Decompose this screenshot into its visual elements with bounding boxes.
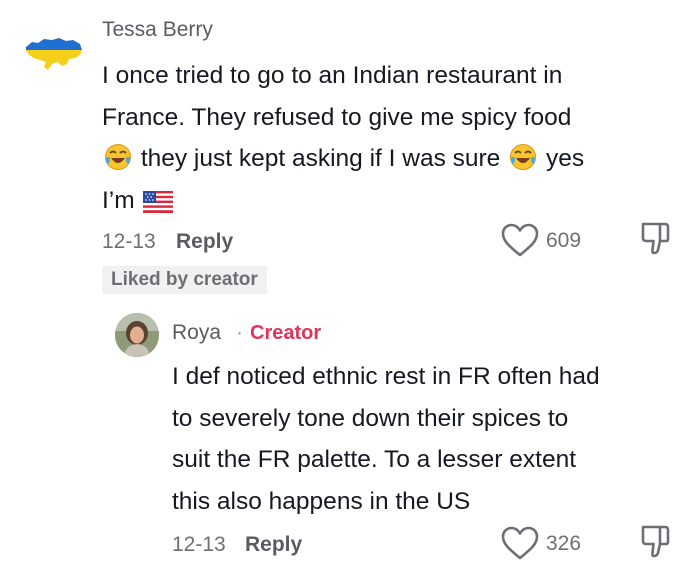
comment-date: 12-13 xyxy=(102,230,156,253)
comment-text-segment: they just kept asking if I was sure xyxy=(140,145,501,172)
heart-icon[interactable] xyxy=(500,525,540,561)
comment-text-segment: yes xyxy=(545,145,585,172)
avatar[interactable] xyxy=(22,18,86,82)
reply-date: 12-13 xyxy=(172,533,226,556)
comment-text-line: they just kept asking if I was sure yes xyxy=(102,138,677,180)
creator-avatar-photo-icon xyxy=(115,313,159,357)
us-flag-icon xyxy=(143,190,174,213)
comment-text-line: I’m xyxy=(102,180,677,222)
reply-username[interactable]: Roya xyxy=(172,321,221,345)
reply-button[interactable]: Reply xyxy=(245,533,302,557)
like-count: 326 xyxy=(546,532,582,555)
comment-username[interactable]: Tessa Berry xyxy=(102,18,213,42)
dislike-icon[interactable] xyxy=(638,523,672,559)
like-count: 609 xyxy=(546,229,582,252)
reply-button[interactable]: Reply xyxy=(176,230,233,254)
reply-text-line: I def noticed ethnic rest in FR often ha… xyxy=(172,363,600,390)
reply-text: I def noticed ethnic rest in FR often ha… xyxy=(172,356,672,522)
face-with-tears-of-joy-icon xyxy=(510,144,537,170)
creator-tag: Creator xyxy=(250,322,322,344)
comment-text: I once tried to go to an Indian restaura… xyxy=(102,55,677,221)
liked-by-creator-badge: Liked by creator xyxy=(102,266,267,294)
ukraine-map-flag-icon xyxy=(26,38,82,70)
avatar[interactable] xyxy=(115,313,159,357)
reply-text-line: this also happens in the US xyxy=(172,487,471,515)
dislike-icon[interactable] xyxy=(638,220,672,256)
comment-text-line: I once tried to go to an Indian restaura… xyxy=(102,62,563,89)
reply-text-line: to severely tone down their spices to xyxy=(172,404,569,432)
reply-text-line: suit the FR palette. To a lesser extent xyxy=(172,446,577,473)
comment-text-line: France. They refused to give me spicy fo… xyxy=(102,103,572,131)
separator-dot: · xyxy=(236,321,243,344)
heart-icon[interactable] xyxy=(500,222,540,258)
face-with-tears-of-joy-icon xyxy=(105,144,131,170)
comment-text-segment: I’m xyxy=(102,186,135,214)
